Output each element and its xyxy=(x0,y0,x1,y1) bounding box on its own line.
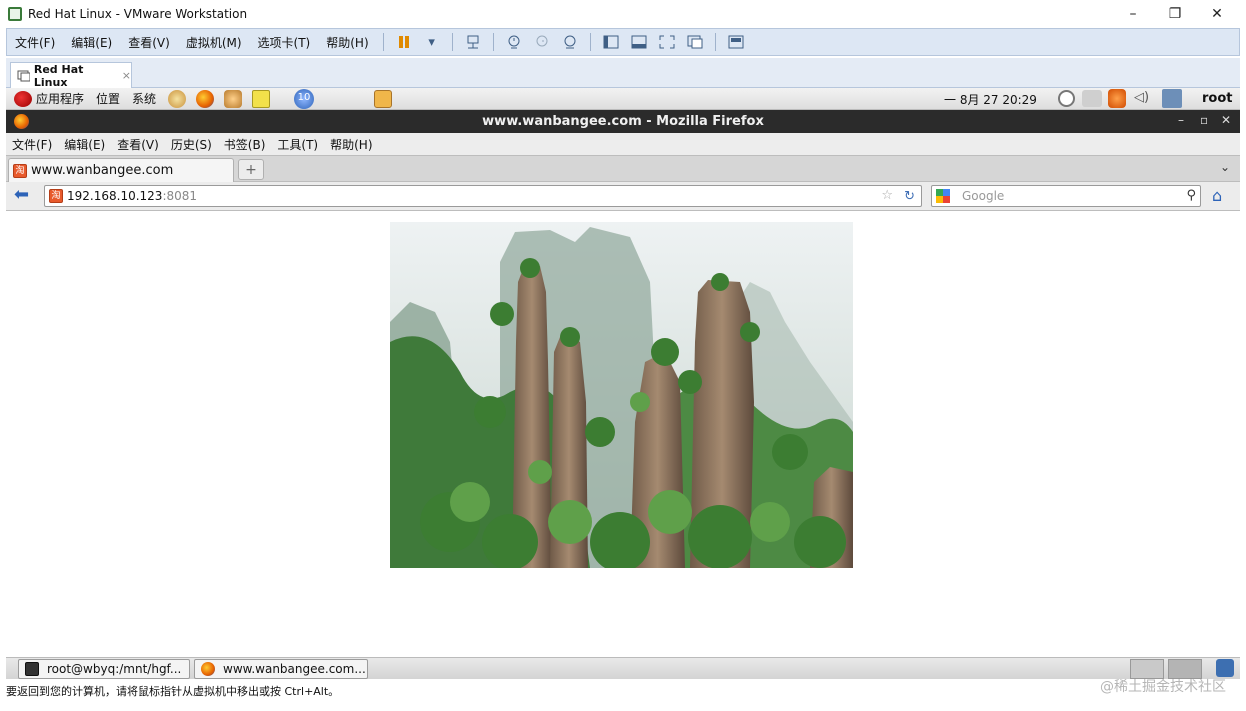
site-favicon-icon: 淘 xyxy=(13,163,27,178)
firefox-navbar: ⬅ 淘 192.168.10.123:8081 ☆ ↻ Google ⚲ ⌂ xyxy=(6,182,1240,211)
firefox-icon xyxy=(14,114,29,129)
snapshot-icon[interactable] xyxy=(504,33,524,51)
alert-icon[interactable] xyxy=(1108,89,1126,108)
restore-button[interactable]: ❐ xyxy=(1152,3,1198,25)
site-favicon-icon: 淘 xyxy=(49,189,63,203)
taskbar-item-terminal[interactable]: root@wbyq:/mnt/hgf... xyxy=(18,659,190,679)
page-content xyxy=(6,211,1240,657)
user-name[interactable]: root xyxy=(1202,91,1233,106)
back-button[interactable]: ⬅ xyxy=(14,186,36,206)
url-port: :8081 xyxy=(162,189,198,203)
computer-icon[interactable] xyxy=(1162,89,1182,108)
firefox-window-title: www.wanbangee.com - Mozilla Firefox xyxy=(482,114,764,129)
vmware-tabstrip: Red Hat Linux × xyxy=(6,58,1240,89)
search-go-icon[interactable]: ⚲ xyxy=(1186,188,1196,203)
vm-tab-label: Red Hat Linux xyxy=(33,62,84,89)
firefox-icon[interactable] xyxy=(196,89,215,108)
toolbar-separator xyxy=(492,33,494,51)
folder-icon[interactable] xyxy=(374,89,393,108)
gnome-top-panel: 应用程序 位置 系统 10 一 8月 27 20:29 ◁) root xyxy=(6,88,1240,110)
menu-applications[interactable]: 应用程序 xyxy=(36,90,84,107)
ff-menu-help[interactable]: 帮助(H) xyxy=(330,136,372,153)
url-host: 192.168.10.123 xyxy=(67,189,163,203)
vmware-menubar: 文件(F) 编辑(E) 查看(V) 虚拟机(M) 选项卡(T) 帮助(H) ▾ xyxy=(6,28,1240,56)
vmware-window-title: Red Hat Linux - VMware Workstation xyxy=(28,7,248,21)
menu-places[interactable]: 位置 xyxy=(96,90,120,107)
mail-icon[interactable] xyxy=(224,89,243,108)
firefox-titlebar: www.wanbangee.com - Mozilla Firefox – ▫ … xyxy=(6,110,1240,133)
snapshot-manager-icon[interactable] xyxy=(560,33,580,51)
search-tool-icon[interactable] xyxy=(168,89,187,108)
fullscreen-icon[interactable] xyxy=(657,33,677,51)
vm-tab-redhat[interactable]: Red Hat Linux × xyxy=(10,62,132,89)
ff-menu-bookmarks[interactable]: 书签(B) xyxy=(224,136,266,153)
search-input[interactable]: Google ⚲ xyxy=(931,185,1201,207)
close-icon[interactable]: × xyxy=(122,69,131,82)
toolbar-separator xyxy=(382,33,384,51)
firefox-tabbar: 淘 www.wanbangee.com + ⌄ xyxy=(6,155,1240,182)
search-engine-icon[interactable] xyxy=(936,189,950,203)
landscape-image xyxy=(390,222,853,568)
browser-tab[interactable]: 淘 www.wanbangee.com xyxy=(8,158,234,182)
reload-icon[interactable]: ↻ xyxy=(904,189,915,204)
sidebar-view-icon[interactable] xyxy=(601,33,621,51)
ff-menu-history[interactable]: 历史(S) xyxy=(171,136,212,153)
pause-icon[interactable] xyxy=(394,33,414,51)
toolbar-separator xyxy=(714,33,716,51)
close-button[interactable]: ✕ xyxy=(1221,113,1231,127)
revert-snapshot-icon[interactable] xyxy=(532,33,552,51)
network-icon[interactable] xyxy=(1082,90,1102,107)
status-message: 要返回到您的计算机，请将鼠标指针从虚拟机中移出或按 Ctrl+Alt。 xyxy=(6,685,340,698)
toolbar-separator xyxy=(451,33,453,51)
vm-menu-vm[interactable]: 虚拟机(M) xyxy=(178,34,250,51)
minimize-button[interactable]: – xyxy=(1110,3,1156,25)
volume-icon[interactable]: ◁) xyxy=(1134,90,1149,105)
close-button[interactable]: ✕ xyxy=(1194,3,1240,25)
minimize-button[interactable]: – xyxy=(1178,113,1184,127)
terminal-icon xyxy=(25,662,39,676)
ff-menu-view[interactable]: 查看(V) xyxy=(117,136,159,153)
ff-menu-tools[interactable]: 工具(T) xyxy=(277,136,318,153)
vm-menu-file[interactable]: 文件(F) xyxy=(7,34,63,51)
vm-menu-tabs[interactable]: 选项卡(T) xyxy=(250,34,319,51)
notes-icon[interactable] xyxy=(252,89,271,108)
tab-list-icon[interactable]: ⌄ xyxy=(1220,160,1230,174)
url-bar[interactable]: 淘 192.168.10.123:8081 ☆ ↻ xyxy=(44,185,922,207)
watermark: @稀土掘金技术社区 xyxy=(1100,679,1226,695)
vm-icon xyxy=(17,70,30,81)
ff-menu-file[interactable]: 文件(F) xyxy=(12,136,52,153)
vm-menu-view[interactable]: 查看(V) xyxy=(120,34,178,51)
gnome-bottom-panel: root@wbyq:/mnt/hgf... www.wanbangee.com.… xyxy=(6,657,1240,679)
new-tab-button[interactable]: + xyxy=(238,159,264,180)
trash-icon[interactable] xyxy=(1216,659,1234,677)
taskbar-item-label: root@wbyq:/mnt/hgf... xyxy=(47,662,182,676)
vmware-titlebar: Red Hat Linux - VMware Workstation – ❐ ✕ xyxy=(0,0,1246,28)
console-view-icon[interactable] xyxy=(629,33,649,51)
firefox-icon xyxy=(201,662,215,676)
vm-menu-help[interactable]: 帮助(H) xyxy=(318,34,376,51)
dropdown-arrow-icon[interactable]: ▾ xyxy=(422,33,442,51)
vmware-status-bar: 要返回到您的计算机，请将鼠标指针从虚拟机中移出或按 Ctrl+Alt。 xyxy=(0,680,1246,702)
redhat-icon xyxy=(14,90,32,107)
home-button[interactable]: ⌂ xyxy=(1212,186,1232,206)
clock-icon[interactable] xyxy=(1058,90,1075,107)
unity-icon[interactable] xyxy=(685,33,705,51)
thumbnail-view-icon[interactable] xyxy=(726,33,746,51)
taskbar-item-firefox[interactable]: www.wanbangee.com... xyxy=(194,659,368,679)
bookmark-star-icon[interactable]: ☆ xyxy=(881,188,893,203)
menu-system[interactable]: 系统 xyxy=(132,90,156,107)
search-placeholder: Google xyxy=(962,189,1005,203)
update-icon[interactable]: 10 xyxy=(294,88,315,109)
maximize-button[interactable]: ▫ xyxy=(1200,113,1208,127)
browser-tab-title: www.wanbangee.com xyxy=(31,163,174,178)
taskbar-item-label: www.wanbangee.com... xyxy=(223,662,366,676)
vmware-icon xyxy=(8,7,22,21)
toolbar-separator xyxy=(589,33,591,51)
firefox-menubar: 文件(F) 编辑(E) 查看(V) 历史(S) 书签(B) 工具(T) 帮助(H… xyxy=(6,133,1240,155)
ff-menu-edit[interactable]: 编辑(E) xyxy=(64,136,105,153)
vm-menu-edit[interactable]: 编辑(E) xyxy=(63,34,120,51)
send-ctrl-alt-del-icon[interactable] xyxy=(463,33,483,51)
clock[interactable]: 一 8月 27 20:29 xyxy=(944,91,1037,108)
